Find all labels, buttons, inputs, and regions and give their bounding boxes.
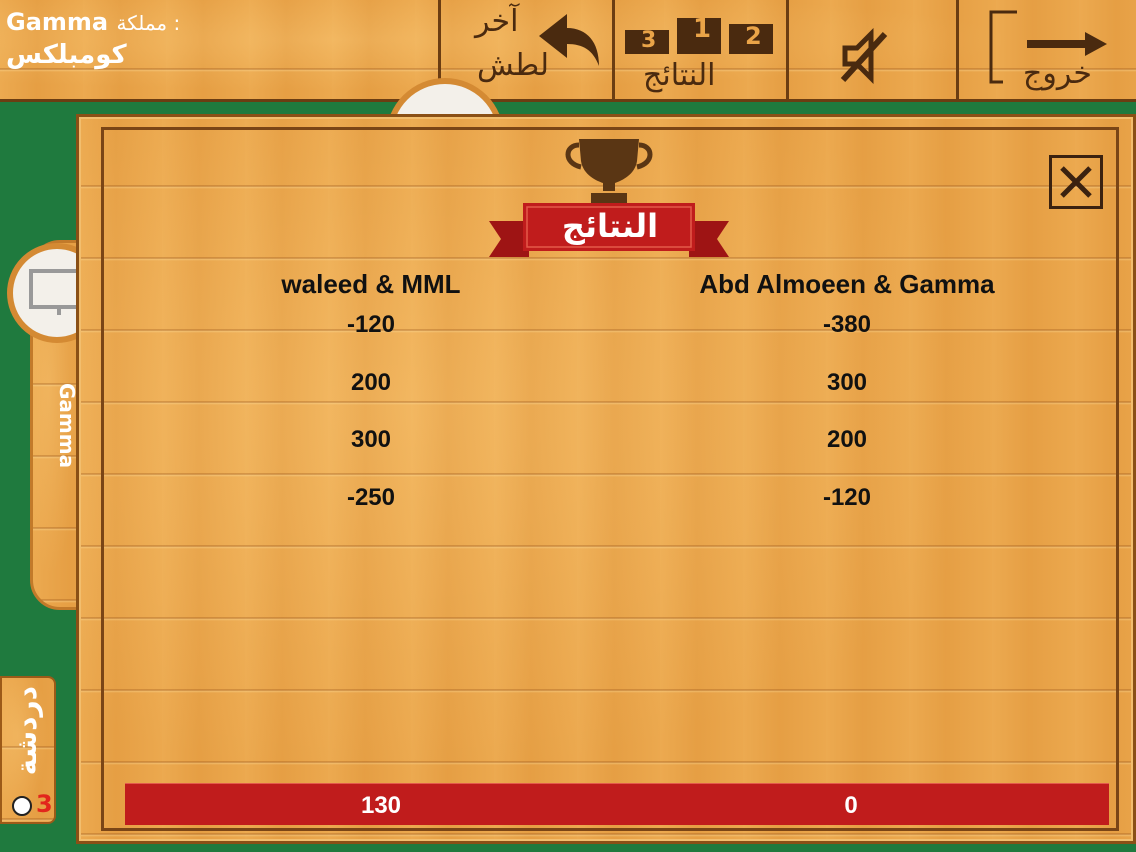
podium-rank-3: 3 <box>641 28 657 53</box>
team-total-right: 0 <box>844 792 858 819</box>
round-score: 200 <box>826 426 868 453</box>
speaker-muted-icon <box>840 28 888 84</box>
results-label: النتائج <box>643 58 716 93</box>
last-trick-label-1: آخر <box>475 4 519 39</box>
team-column-right: Abd Almoeen & Gamma -380 300 200 -120 <box>637 269 1057 535</box>
game-mode: كومبلكس <box>6 40 127 70</box>
round-score: -380 <box>822 311 872 338</box>
trophy-icon <box>565 139 653 203</box>
team-total-left: 130 <box>360 792 402 819</box>
results-button[interactable]: 3 1 2 النتائج <box>612 0 782 100</box>
undo-arrow-icon <box>539 14 599 66</box>
round-score: -120 <box>822 483 872 511</box>
round-score: 200 <box>350 368 392 396</box>
exit-button[interactable]: خروج <box>956 0 1136 100</box>
table-title: Gamma مملكة : <box>6 8 246 36</box>
results-title: النتائج <box>561 207 659 245</box>
chat-label: دردشة <box>10 686 43 776</box>
close-button[interactable] <box>1049 155 1103 209</box>
round-score: 300 <box>826 368 868 396</box>
round-score: -250 <box>346 483 396 511</box>
totals-bar: 130 0 <box>125 783 1109 825</box>
round-score: -120 <box>346 311 396 338</box>
team-name: waleed & MML <box>281 269 461 299</box>
team-name: Abd Almoeen & Gamma <box>699 269 995 299</box>
chat-button[interactable]: دردشة 3 <box>0 676 56 824</box>
exit-label: خروج <box>1023 56 1092 91</box>
table-name: Gamma <box>6 8 109 36</box>
top-toolbar: Gamma مملكة : كومبلكس آخر لطش 3 1 2 النت… <box>0 0 1136 102</box>
round-score: 300 <box>350 426 392 453</box>
results-dialog: النتائج waleed & MML -120 200 300 -250 A… <box>76 114 1136 844</box>
chat-bubble-icon <box>12 796 32 816</box>
team-column-left: waleed & MML -120 200 300 -250 <box>161 269 581 535</box>
podium-rank-2: 2 <box>745 22 762 50</box>
mute-button[interactable] <box>786 0 956 100</box>
podium-rank-1: 1 <box>693 14 712 44</box>
chat-unread-count: 3 <box>36 790 53 818</box>
game-info: Gamma مملكة : كومبلكس <box>6 8 246 70</box>
close-icon <box>1060 166 1092 198</box>
table-type-label: مملكة : <box>116 11 181 35</box>
